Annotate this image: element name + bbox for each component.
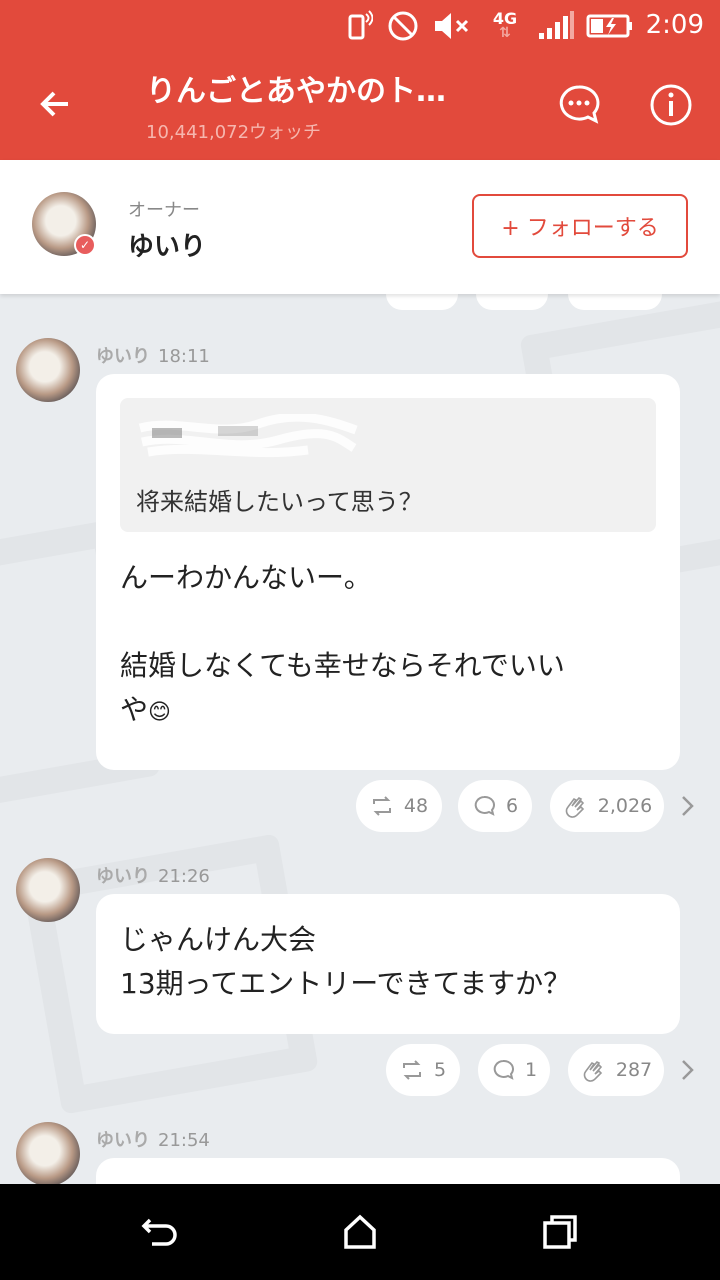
post-author: ゆいり	[96, 346, 150, 367]
clap-icon	[583, 1061, 602, 1082]
clap-count: 287	[615, 1059, 653, 1081]
owner-name: ゆいり	[128, 232, 207, 262]
post-time: 18:11	[158, 346, 210, 367]
smile-emoji-icon: 😊	[148, 700, 171, 725]
vibrate-icon	[342, 10, 374, 42]
post-meta: ゆいり 21:26	[96, 862, 210, 888]
do-not-disturb-icon	[386, 10, 420, 42]
nav-home-icon	[344, 1214, 376, 1249]
post-avatar[interactable]	[16, 858, 80, 922]
channel-header: りんごとあやかのト… 10,441,072ウォッチ	[0, 52, 720, 160]
nav-back-icon	[141, 1218, 177, 1246]
previous-post-action[interactable]	[386, 294, 458, 310]
watch-count: 10,441,072ウォッチ	[146, 122, 322, 143]
nav-back-button[interactable]	[138, 1210, 182, 1254]
comment-button[interactable]: 1	[478, 1044, 550, 1096]
repost-icon	[372, 796, 391, 816]
info-button[interactable]	[648, 82, 694, 128]
repost-icon	[402, 1060, 421, 1080]
info-icon	[650, 84, 692, 126]
quoted-question-text: 将来結婚したいって思う？	[136, 488, 423, 516]
clock: 2:09	[645, 10, 704, 40]
comment-count: 6	[505, 795, 519, 817]
back-arrow-icon	[40, 91, 68, 117]
nav-recents-button[interactable]	[538, 1210, 582, 1254]
clap-count: 2,026	[597, 795, 653, 817]
owner-label: オーナー	[128, 200, 200, 221]
chevron-right-icon[interactable]	[678, 794, 698, 818]
quoted-question[interactable]: 将来結婚したいって思う？	[120, 398, 656, 532]
post-author: ゆいり	[96, 1130, 150, 1151]
clap-icon	[565, 797, 584, 818]
repost-button[interactable]: 48	[356, 780, 442, 832]
chat-bubble-icon	[559, 85, 600, 124]
clap-button[interactable]: 2,026	[550, 780, 664, 832]
post-avatar[interactable]	[16, 1122, 80, 1184]
redacted-scribble	[138, 414, 358, 458]
post-message: じゃんけん大会 13期ってエントリーできてますか？	[120, 923, 572, 1000]
repost-count: 5	[433, 1059, 447, 1081]
back-button[interactable]	[32, 80, 80, 128]
repost-count: 48	[403, 795, 429, 817]
post-bubble[interactable]	[96, 1158, 680, 1184]
nav-home-button[interactable]	[338, 1210, 382, 1254]
battery-charging-icon	[586, 10, 634, 42]
previous-post-action[interactable]	[476, 294, 548, 310]
post-meta: ゆいり 18:11	[96, 342, 210, 368]
post-time: 21:26	[158, 866, 210, 887]
post-bubble[interactable]: じゃんけん大会 13期ってエントリーできてますか？	[96, 894, 680, 1034]
owner-bar: ✓ オーナー ゆいり + フォローする	[0, 160, 720, 294]
previous-post-action[interactable]	[568, 294, 662, 310]
mute-icon	[432, 10, 472, 42]
post-meta: ゆいり 21:54	[96, 1126, 210, 1152]
repost-button[interactable]: 5	[386, 1044, 460, 1096]
clap-button[interactable]: 287	[568, 1044, 664, 1096]
post-bubble[interactable]: 将来結婚したいって思う？ んーわかんないー。 結婚しなくても幸せならそれでいい …	[96, 374, 680, 770]
comment-icon	[474, 795, 495, 816]
signal-icon	[536, 10, 576, 42]
nav-recents-icon	[543, 1215, 577, 1249]
comment-count: 1	[524, 1059, 538, 1081]
verified-check-icon: ✓	[74, 234, 96, 256]
status-bar: 4G ⇅ 2:09	[0, 0, 720, 52]
post-author: ゆいり	[96, 866, 150, 887]
system-navigation-bar	[0, 1184, 720, 1280]
follow-button[interactable]: + フォローする	[472, 194, 688, 258]
post-message: んーわかんないー。 結婚しなくても幸せならそれでいい や😊	[120, 561, 565, 726]
post-time: 21:54	[158, 1130, 210, 1151]
timeline[interactable]: ゆいり 18:11 将来結婚したいって思う？ んーわかんないー。 結婚しなくても幸…	[0, 294, 720, 1184]
chat-button[interactable]	[556, 82, 602, 128]
comment-button[interactable]: 6	[458, 780, 532, 832]
comment-icon	[493, 1059, 514, 1080]
post-avatar[interactable]	[16, 338, 80, 402]
chevron-right-icon[interactable]	[678, 1058, 698, 1082]
4g-icon: 4G ⇅	[492, 9, 518, 41]
channel-title: りんごとあやかのト…	[146, 74, 446, 109]
